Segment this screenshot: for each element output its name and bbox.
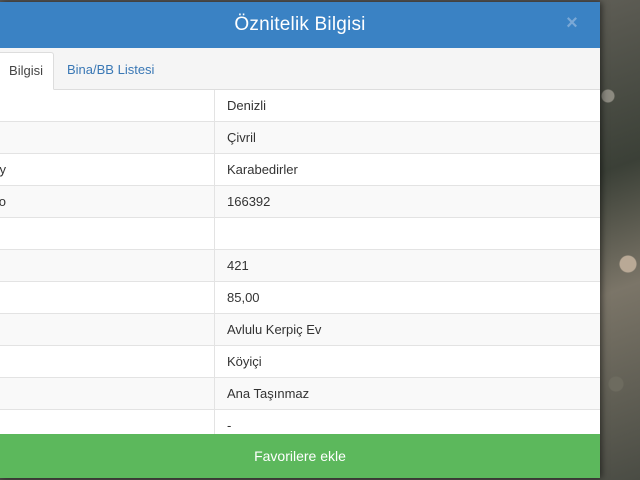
table-row: Denizli — [0, 90, 600, 122]
row-value: Köyiçi — [227, 354, 262, 369]
row-value: Ana Taşınmaz — [227, 386, 310, 401]
attribute-table: Denizli Çivril öy Karabedirler o 166392 … — [0, 90, 600, 442]
table-row: Çivril — [0, 122, 600, 154]
attribute-info-modal: Öznitelik Bilgisi × Bilgisi Bina/BB List… — [0, 2, 600, 478]
row-label — [0, 282, 215, 313]
tab-label: Bilgisi — [9, 63, 43, 78]
tab-bilgisi[interactable]: Bilgisi — [0, 52, 54, 90]
close-icon[interactable]: × — [562, 12, 582, 34]
table-row: 85,00 — [0, 282, 600, 314]
row-value: Karabedirler — [227, 162, 298, 177]
row-value: 166392 — [227, 194, 271, 209]
modal-title: Öznitelik Bilgisi — [234, 14, 366, 35]
modal-header: Öznitelik Bilgisi × — [0, 2, 600, 48]
row-value: Çivril — [227, 130, 256, 145]
add-to-favorites-button[interactable]: Favorilere ekle — [0, 434, 600, 478]
row-value: Avlulu Kerpiç Ev — [227, 322, 322, 337]
row-label — [0, 250, 215, 281]
row-label: öy — [0, 154, 215, 185]
table-row: Köyiçi — [0, 346, 600, 378]
table-row: o 166392 — [0, 186, 600, 218]
row-label — [0, 378, 215, 409]
map-background[interactable] — [600, 0, 640, 480]
table-row: 421 — [0, 250, 600, 282]
tab-bar: Bilgisi Bina/BB Listesi — [0, 48, 600, 90]
row-label — [0, 122, 215, 153]
table-row: Ana Taşınmaz — [0, 378, 600, 410]
table-row — [0, 218, 600, 250]
row-label: o — [0, 186, 215, 217]
row-value: 421 — [227, 258, 249, 273]
row-value: 85,00 — [227, 290, 260, 305]
row-value: Denizli — [227, 98, 267, 113]
row-label — [0, 90, 215, 121]
tab-label: Bina/BB Listesi — [67, 62, 155, 77]
tab-bina-bb-listesi[interactable]: Bina/BB Listesi — [67, 52, 154, 88]
table-row: Avlulu Kerpiç Ev — [0, 314, 600, 346]
row-label — [0, 218, 215, 249]
row-label — [0, 346, 215, 377]
table-row: öy Karabedirler — [0, 154, 600, 186]
row-label — [0, 314, 215, 345]
